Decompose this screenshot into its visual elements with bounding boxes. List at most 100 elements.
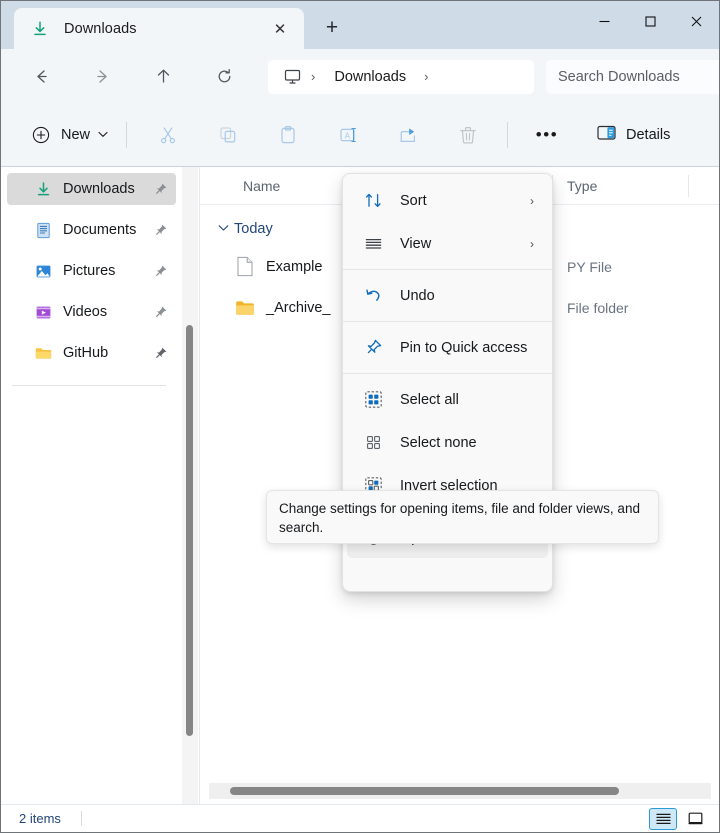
download-icon	[33, 179, 53, 199]
sidebar-item-downloads[interactable]: Downloads	[7, 173, 176, 205]
up-button[interactable]	[146, 60, 180, 94]
status-bar: 2 items	[1, 804, 719, 832]
tab-downloads[interactable]: Downloads ✕	[14, 8, 304, 49]
status-divider	[81, 811, 82, 826]
item-count-label: 2 items	[19, 811, 61, 826]
column-header-type[interactable]: Type	[567, 178, 597, 194]
sidebar-item-label: Pictures	[63, 263, 115, 279]
cut-icon[interactable]	[149, 118, 187, 152]
details-pane-button[interactable]: Details	[586, 118, 680, 152]
sidebar-item-label: Downloads	[63, 181, 135, 197]
new-button[interactable]: New	[22, 118, 116, 152]
select-none-icon	[363, 433, 383, 453]
context-menu-item-sort[interactable]: Sort ›	[347, 180, 548, 221]
documents-icon	[33, 220, 53, 240]
maximize-icon[interactable]	[627, 1, 673, 41]
rename-icon[interactable]: A	[329, 118, 367, 152]
minimize-icon[interactable]	[581, 1, 627, 41]
title-bar: Downloads ✕ +	[1, 1, 719, 49]
svg-text:A: A	[345, 131, 351, 140]
breadcrumb[interactable]: › Downloads ›	[268, 60, 534, 94]
command-bar: New	[1, 104, 719, 166]
sidebar-scrollbar-thumb[interactable]	[186, 325, 193, 736]
breadcrumb-separator-1[interactable]: ›	[311, 69, 315, 84]
file-type: PY File	[567, 259, 612, 275]
close-tab-icon[interactable]: ✕	[266, 15, 294, 43]
toolbar-divider-1	[126, 122, 127, 148]
navigation-pane: Downloads Documents	[1, 167, 182, 807]
sidebar-item-label: GitHub	[63, 345, 108, 361]
delete-icon[interactable]	[449, 118, 487, 152]
context-menu-item-label: Pin to Quick access	[400, 340, 527, 356]
plus-circle-icon	[30, 124, 52, 146]
new-button-label: New	[61, 127, 90, 143]
tooltip: Change settings for opening items, file …	[266, 490, 659, 544]
sort-icon	[363, 191, 383, 211]
address-bar: › Downloads › Search Downloads	[1, 49, 719, 104]
context-menu-divider	[343, 321, 552, 322]
file-type: File folder	[567, 300, 628, 316]
chevron-down-icon[interactable]	[98, 130, 108, 141]
sidebar-item-videos[interactable]: Videos	[7, 296, 176, 328]
copy-icon[interactable]	[209, 118, 247, 152]
context-menu-item-label: Undo	[400, 288, 435, 304]
context-menu-item-undo[interactable]: Undo	[347, 275, 548, 316]
new-tab-button[interactable]: +	[314, 10, 350, 46]
folder-icon	[33, 343, 53, 363]
share-icon[interactable]	[389, 118, 427, 152]
pin-icon[interactable]	[153, 305, 168, 320]
refresh-button[interactable]	[207, 60, 241, 94]
context-menu-item-pin-to-quick-access[interactable]: Pin to Quick access	[347, 327, 548, 368]
tab-title: Downloads	[64, 21, 266, 37]
pin-icon[interactable]	[153, 264, 168, 279]
chevron-down-icon[interactable]	[218, 223, 234, 235]
list-view-icon[interactable]	[649, 808, 677, 830]
group-header-label: Today	[234, 221, 273, 237]
chevron-right-icon[interactable]: ›	[530, 237, 534, 251]
view-toggle-group	[649, 808, 709, 830]
close-window-icon[interactable]	[673, 1, 719, 41]
select-all-icon	[363, 390, 383, 410]
caption-buttons	[581, 1, 719, 41]
context-menu-item-label: Select all	[400, 392, 459, 408]
pin-icon[interactable]	[153, 182, 168, 197]
sidebar-item-label: Documents	[63, 222, 136, 238]
pictures-icon	[33, 261, 53, 281]
column-header-name[interactable]: Name	[243, 178, 280, 194]
details-pane-icon	[596, 122, 617, 148]
pin-icon[interactable]	[153, 346, 168, 361]
undo-icon	[363, 286, 383, 306]
sidebar-divider	[12, 385, 166, 386]
tab-strip: Downloads ✕ +	[1, 1, 350, 49]
toolbar-divider-2	[507, 122, 508, 148]
tooltip-text: Change settings for opening items, file …	[279, 499, 646, 537]
download-icon	[30, 19, 50, 39]
context-menu-item-label: View	[400, 236, 431, 252]
sidebar-item-github[interactable]: GitHub	[7, 337, 176, 369]
file-name: _Archive_	[266, 300, 330, 316]
context-menu-item-label: Sort	[400, 193, 427, 209]
breadcrumb-separator-2[interactable]: ›	[424, 69, 428, 84]
horizontal-scrollbar-thumb[interactable]	[230, 787, 619, 795]
context-menu-item-select-all[interactable]: Select all	[347, 379, 548, 420]
pin-icon	[363, 338, 383, 358]
context-menu-item-label: Select none	[400, 435, 477, 451]
chevron-right-icon[interactable]: ›	[530, 194, 534, 208]
context-menu-item-select-none[interactable]: Select none	[347, 422, 548, 463]
sidebar-item-pictures[interactable]: Pictures	[7, 255, 176, 287]
sidebar-item-documents[interactable]: Documents	[7, 214, 176, 246]
column-separator[interactable]	[688, 175, 689, 197]
paste-icon[interactable]	[269, 118, 307, 152]
context-menu-item-view[interactable]: View ›	[347, 223, 548, 264]
details-pane-icon[interactable]	[681, 808, 709, 830]
this-pc-icon[interactable]	[280, 65, 304, 89]
more-options-icon[interactable]: •••	[528, 118, 566, 152]
back-button[interactable]	[24, 60, 58, 94]
context-menu-divider	[343, 269, 552, 270]
sidebar-item-label: Videos	[63, 304, 107, 320]
search-input[interactable]: Search Downloads	[546, 60, 720, 94]
context-menu-divider	[343, 373, 552, 374]
forward-button[interactable]	[85, 60, 119, 94]
breadcrumb-current[interactable]: Downloads	[334, 69, 406, 85]
pin-icon[interactable]	[153, 223, 168, 238]
